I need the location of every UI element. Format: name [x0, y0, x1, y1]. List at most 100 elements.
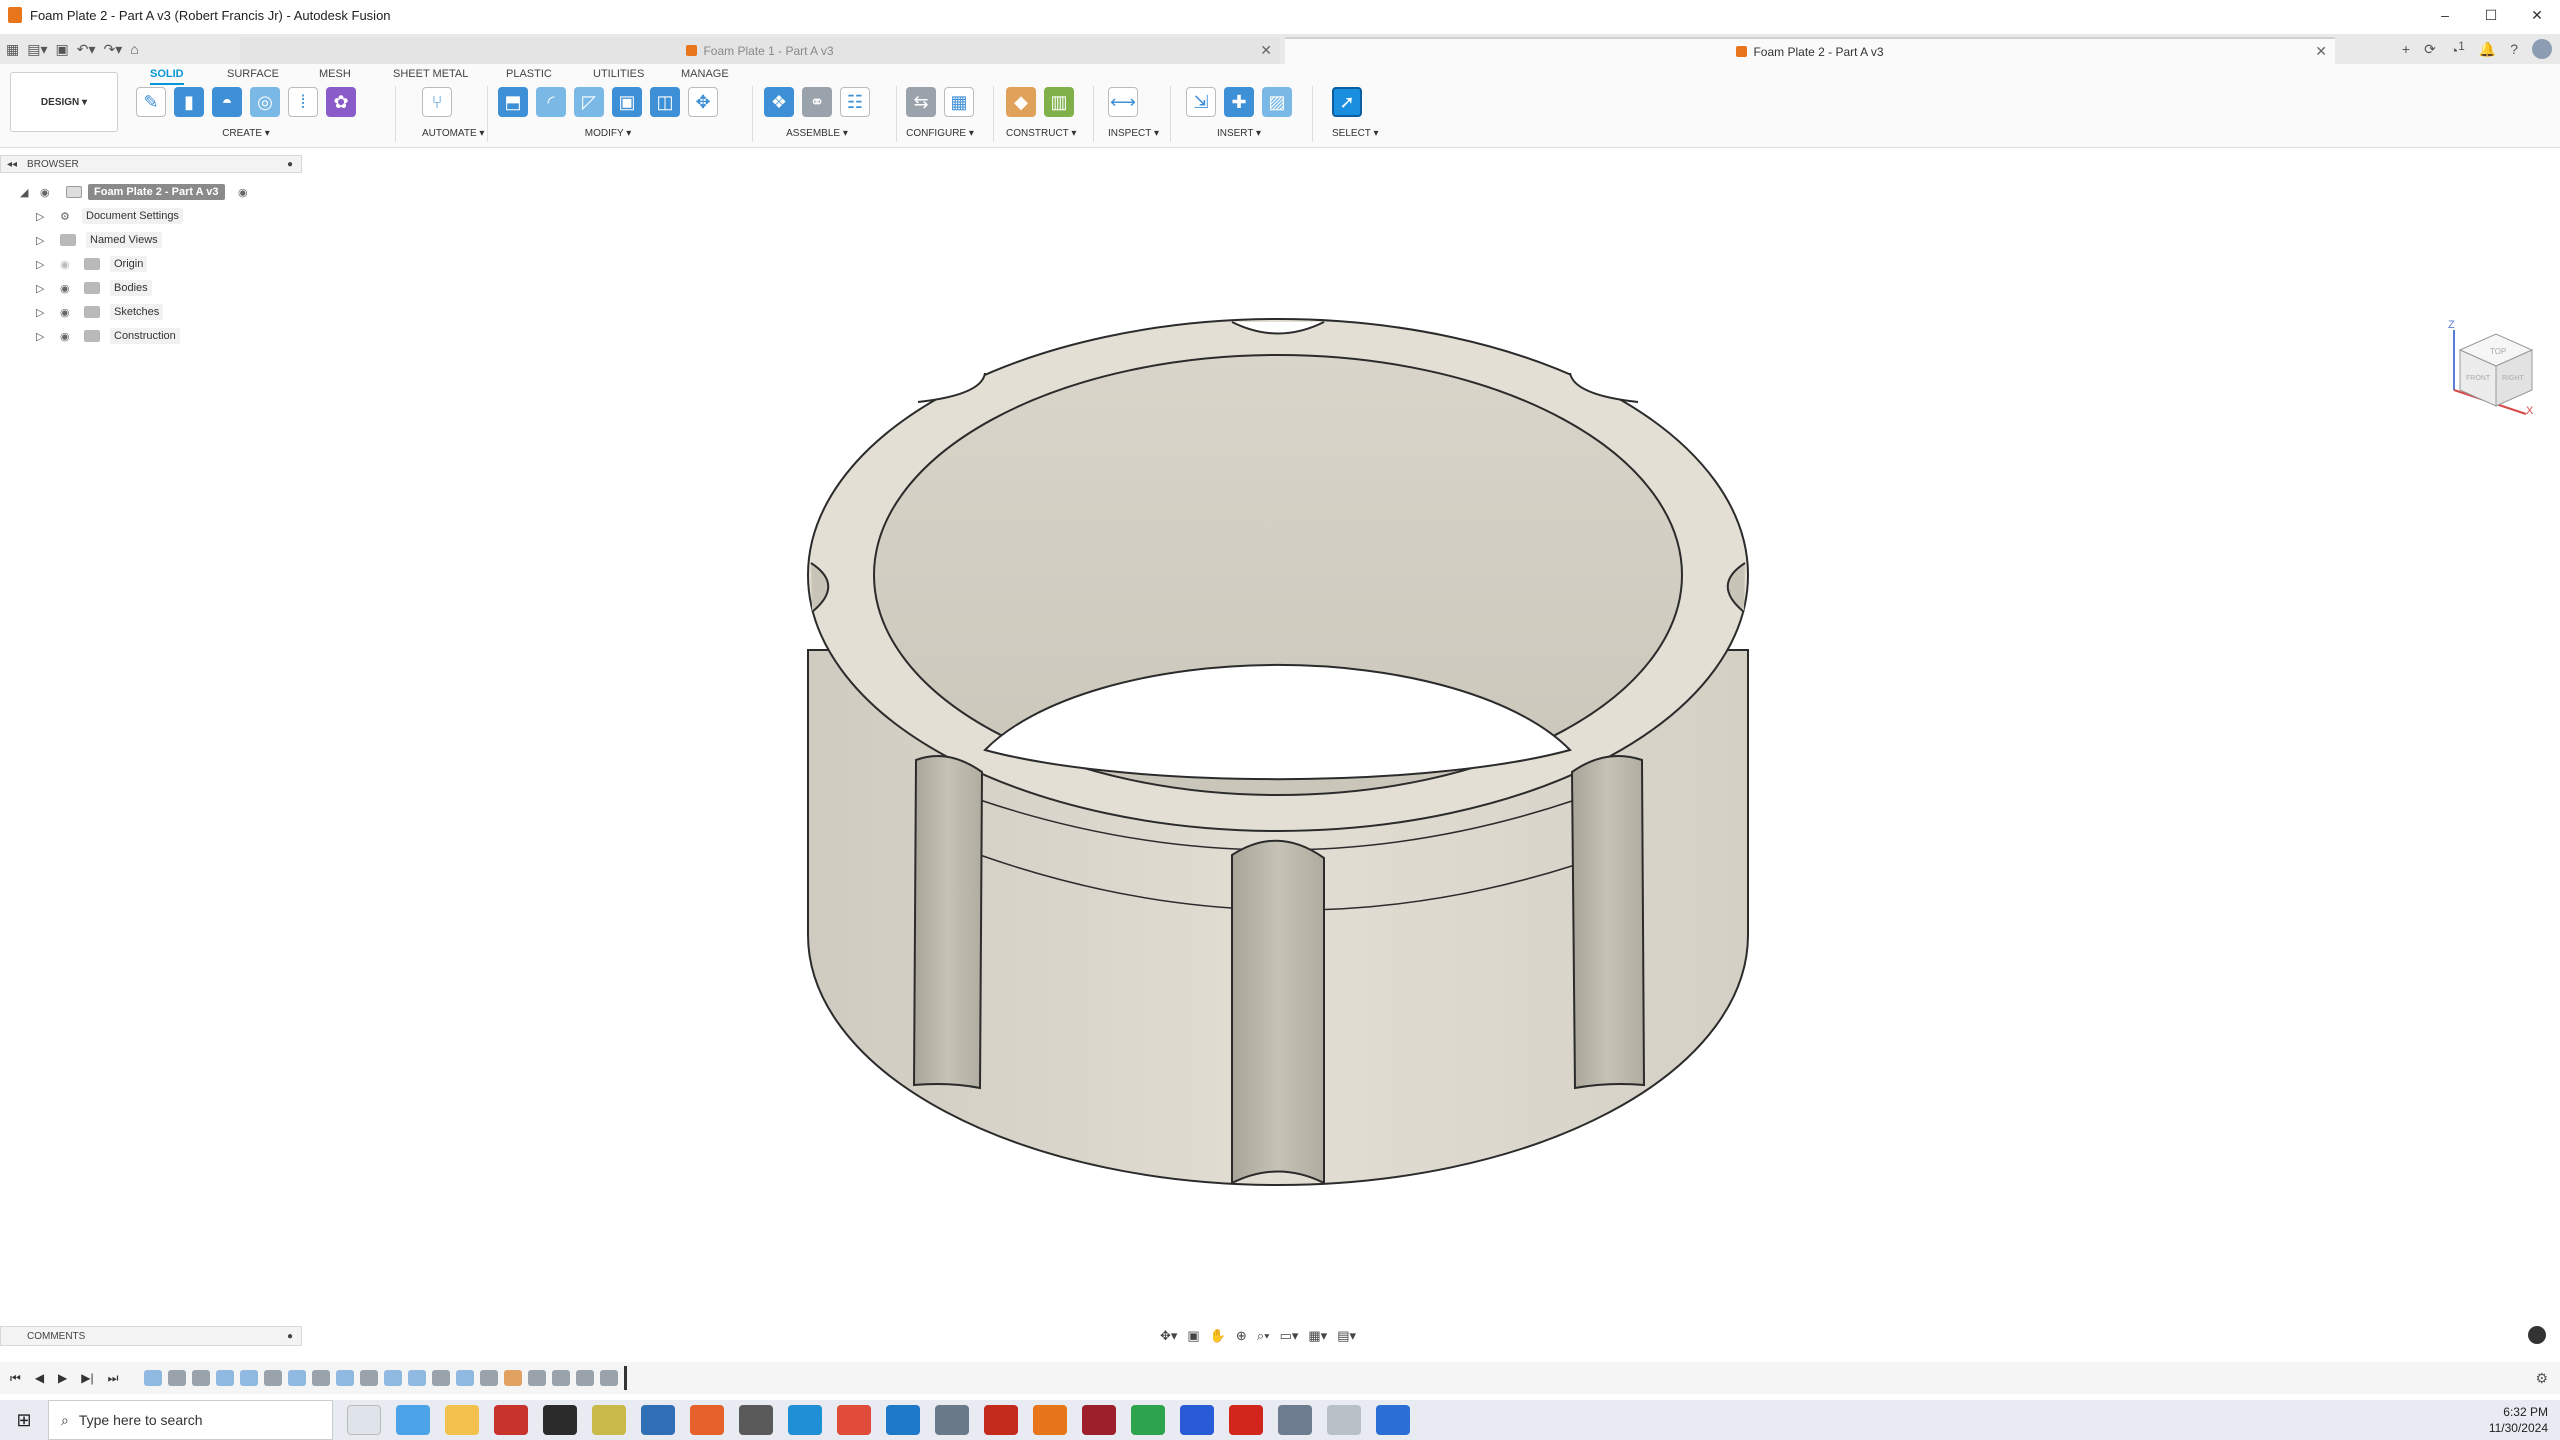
pan-icon[interactable]: ✋ [1210, 1328, 1226, 1344]
tab-close-icon[interactable]: ✕ [2315, 43, 2327, 60]
activate-radio-icon[interactable]: ◉ [238, 186, 248, 199]
expand-icon[interactable]: ▷ [36, 306, 44, 319]
redo-icon[interactable]: ↷▾ [104, 41, 123, 58]
assemble-menu[interactable]: ASSEMBLE ▾ [764, 128, 870, 139]
construct-menu[interactable]: CONSTRUCT ▾ [1006, 128, 1076, 139]
new-component-icon[interactable]: ❖ [764, 87, 794, 117]
tab-utilities[interactable]: UTILITIES [593, 68, 644, 83]
undo-icon[interactable]: ↶▾ [77, 41, 96, 58]
inspect-menu[interactable]: INSPECT ▾ [1108, 128, 1159, 139]
joint-icon[interactable]: ⚭ [802, 87, 832, 117]
create-menu[interactable]: CREATE ▾ [136, 128, 356, 139]
form-icon[interactable]: ✿ [326, 87, 356, 117]
midplane-icon[interactable]: ▥ [1044, 87, 1074, 117]
tab-sheet-metal[interactable]: SHEET METAL [393, 68, 468, 83]
fillet-icon[interactable]: ◜ [536, 87, 566, 117]
play-icon[interactable]: ▶ [58, 1371, 67, 1386]
tree-item-construction[interactable]: ▷ ◉ Construction [0, 324, 302, 348]
zoom-icon[interactable]: ⊕ [1236, 1328, 1247, 1344]
workspace-switcher[interactable]: DESIGN ▾ [10, 72, 118, 132]
app-icon[interactable] [1327, 1405, 1361, 1435]
timeline-feature[interactable] [144, 1370, 163, 1386]
add-comment-icon[interactable]: ● [287, 1331, 293, 1342]
offset-plane-icon[interactable]: ◆ [1006, 87, 1036, 117]
select-menu[interactable]: SELECT ▾ [1332, 128, 1379, 139]
go-to-end-icon[interactable]: ⏭ [108, 1371, 119, 1386]
tree-item-sketches[interactable]: ▷ ◉ Sketches [0, 300, 302, 324]
tree-item-document-settings[interactable]: ▷ ⚙ Document Settings [0, 204, 302, 228]
timeline-feature[interactable] [432, 1370, 451, 1386]
step-back-icon[interactable]: ◀ [35, 1371, 44, 1386]
select-cursor-icon[interactable]: ➚ [1332, 87, 1362, 117]
viewports-icon[interactable]: ▤▾ [1337, 1328, 1356, 1344]
word-icon[interactable] [1180, 1405, 1214, 1435]
fit-icon[interactable]: ⌕▾ [1257, 1328, 1270, 1344]
timeline-feature[interactable] [360, 1370, 379, 1386]
app-grid-icon[interactable]: ▦ [6, 41, 19, 58]
expand-icon[interactable]: ◢ [20, 186, 28, 199]
timeline-feature[interactable] [408, 1370, 427, 1386]
comments-panel[interactable]: COMMENTS ● [0, 1326, 302, 1346]
look-at-icon[interactable]: ▣ [1187, 1328, 1199, 1344]
go-to-start-icon[interactable]: ⏮ [10, 1371, 21, 1386]
app-icon[interactable] [543, 1405, 577, 1435]
timeline-feature[interactable] [576, 1370, 595, 1386]
save-icon[interactable]: ▣ [56, 41, 69, 58]
notifications-icon[interactable]: 🔔 [2479, 41, 2496, 58]
file-explorer-icon[interactable] [445, 1405, 479, 1435]
grid-icon[interactable]: ▦▾ [1308, 1328, 1327, 1344]
tree-item-named-views[interactable]: ▷ Named Views [0, 228, 302, 252]
configure-icon[interactable]: ⇆ [906, 87, 936, 117]
timeline-feature[interactable] [192, 1370, 211, 1386]
collapse-icon[interactable]: ◂◂ [7, 159, 17, 170]
close-button[interactable]: ✕ [2514, 0, 2560, 30]
automate-icon[interactable]: ⑂ [422, 87, 452, 117]
app-icon[interactable] [641, 1405, 675, 1435]
fusion-icon[interactable] [1033, 1405, 1067, 1435]
firefox-icon[interactable] [690, 1405, 724, 1435]
expand-icon[interactable]: ▷ [36, 234, 44, 247]
tree-item-bodies[interactable]: ▷ ◉ Bodies [0, 276, 302, 300]
orbit-icon[interactable]: ✥▾ [1160, 1328, 1177, 1344]
canvas-viewport[interactable]: TOP FRONT RIGHT Z X [0, 150, 2560, 1320]
automate-menu[interactable]: AUTOMATE ▾ [422, 128, 484, 139]
shell-icon[interactable]: ▣ [612, 87, 642, 117]
pattern-icon[interactable]: ⁞ [288, 87, 318, 117]
configure-menu[interactable]: CONFIGURE ▾ [906, 128, 974, 139]
create-sketch-icon[interactable]: ✎ [136, 87, 166, 117]
timeline-feature[interactable] [240, 1370, 259, 1386]
timeline-feature[interactable] [504, 1370, 523, 1386]
measure-icon[interactable]: ⟷ [1108, 87, 1138, 117]
tab-mesh[interactable]: MESH [319, 68, 351, 83]
task-view-icon[interactable] [347, 1405, 381, 1435]
file-menu-icon[interactable]: ▤▾ [27, 41, 47, 58]
timeline-feature[interactable] [168, 1370, 187, 1386]
visibility-eye-icon[interactable]: ◉ [60, 306, 70, 319]
timeline-feature[interactable] [216, 1370, 235, 1386]
timeline-marker[interactable] [624, 1366, 628, 1390]
visibility-eye-icon[interactable]: ◉ [40, 186, 50, 199]
edge-icon[interactable] [788, 1405, 822, 1435]
step-forward-icon[interactable]: ▶| [81, 1371, 93, 1386]
visibility-eye-icon[interactable]: ◉ [60, 258, 70, 271]
timeline-feature[interactable] [336, 1370, 355, 1386]
app-icon[interactable] [1376, 1405, 1410, 1435]
insert-menu[interactable]: INSERT ▾ [1186, 128, 1292, 139]
tab-plastic[interactable]: PLASTIC [506, 68, 552, 83]
move-icon[interactable]: ✥ [688, 87, 718, 117]
calculator-icon[interactable] [1278, 1405, 1312, 1435]
copilot-icon[interactable] [396, 1405, 430, 1435]
timeline-feature[interactable] [600, 1370, 619, 1386]
display-settings-icon[interactable]: ▭▾ [1280, 1328, 1299, 1344]
timeline-feature[interactable] [456, 1370, 475, 1386]
tab-foam-plate-1[interactable]: Foam Plate 1 - Part A v3 ✕ [240, 37, 1280, 64]
timeline-feature[interactable] [480, 1370, 499, 1386]
timeline-feature[interactable] [264, 1370, 283, 1386]
timeline-feature[interactable] [312, 1370, 331, 1386]
gear-icon[interactable]: ⚙ [2535, 1370, 2548, 1387]
avatar[interactable] [2532, 39, 2552, 59]
press-pull-icon[interactable]: ⬒ [498, 87, 528, 117]
visibility-eye-icon[interactable]: ◉ [60, 282, 70, 295]
chamfer-icon[interactable]: ◸ [574, 87, 604, 117]
vscode-icon[interactable] [886, 1405, 920, 1435]
